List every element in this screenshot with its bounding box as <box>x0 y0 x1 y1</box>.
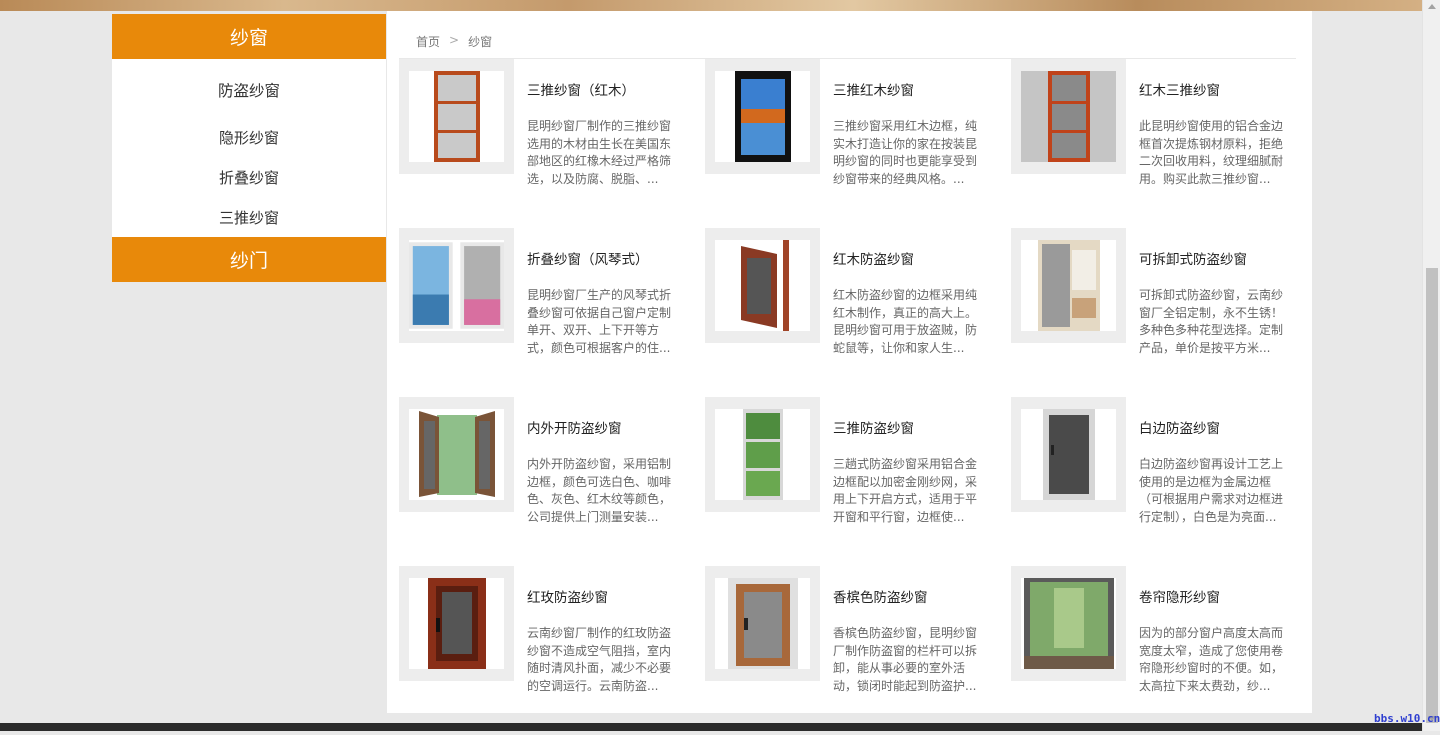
product-card[interactable]: 白边防盗纱窗 白边防盗纱窗再设计工艺上使用的是边框为金属边框（可根据用户需求对边… <box>1011 397 1317 566</box>
product-description: 红木防盗纱窗的边框采用纯红木制作，真正的高大上。昆明纱窗可用于放盗贼，防蛇鼠等，… <box>833 288 978 355</box>
sidebar-item-triple-slide[interactable]: 三推纱窗 <box>112 197 386 237</box>
product-card[interactable]: 香槟色防盗纱窗 香槟色防盗纱窗，昆明纱窗厂制作防盗窗的栏杆可以拆卸，能从事必要的… <box>705 566 1011 735</box>
product-description: 三趟式防盗纱窗采用铝合金边框配以加密金刚纱网，采用上下开启方式，适用于平开窗和平… <box>833 457 978 524</box>
sidebar-heading-screen-door[interactable]: 纱门 <box>112 237 386 282</box>
product-title[interactable]: 香槟色防盗纱窗 <box>833 586 928 606</box>
breadcrumb-current[interactable]: 纱窗 <box>468 33 492 50</box>
product-title[interactable]: 卷帘隐形纱窗 <box>1139 586 1220 606</box>
product-description: 云南纱窗厂制作的红玫防盗纱窗不造成空气阻挡，室内随时清风扑面，减少不必要的空调运… <box>527 626 672 693</box>
vertical-scrollbar[interactable] <box>1422 0 1440 731</box>
product-description: 此昆明纱窗使用的铝合金边框首次提炼钢材原料，拒绝二次回收用料，纹理细腻耐用。购买… <box>1139 119 1284 186</box>
scroll-up-arrow-icon[interactable] <box>1428 4 1436 9</box>
breadcrumb-home-link[interactable]: 首页 <box>416 33 440 50</box>
product-thumbnail[interactable] <box>399 59 514 174</box>
product-description: 香槟色防盗纱窗，昆明纱窗厂制作防盗窗的栏杆可以拆卸，能从事必要的室外活动，锁闭时… <box>833 626 978 693</box>
footer-bar <box>0 723 1422 731</box>
product-card[interactable]: 可拆卸式防盗纱窗 可拆卸式防盗纱窗，云南纱窗厂全铝定制，永不生锈！多种色多种花型… <box>1011 228 1317 397</box>
product-thumbnail[interactable] <box>705 397 820 512</box>
product-title[interactable]: 白边防盗纱窗 <box>1139 417 1220 437</box>
product-card[interactable]: 卷帘隐形纱窗 因为的部分窗户高度太高而宽度太窄，造成了您使用卷帘隐形纱窗时的不便… <box>1011 566 1317 735</box>
sidebar-item-anti-theft[interactable]: 防盗纱窗 <box>112 59 386 117</box>
product-thumbnail[interactable] <box>705 228 820 343</box>
product-thumbnail[interactable] <box>705 566 820 681</box>
product-card[interactable]: 三推红木纱窗 三推纱窗采用红木边框，纯实木打造让你的家在按装昆明纱窗的同时也更能… <box>705 59 1011 228</box>
sidebar-item-invisible[interactable]: 隐形纱窗 <box>112 117 386 157</box>
product-title[interactable]: 可拆卸式防盗纱窗 <box>1139 248 1247 268</box>
product-thumbnail[interactable] <box>1011 59 1126 174</box>
category-sidebar: 纱窗 防盗纱窗 隐形纱窗 折叠纱窗 三推纱窗 纱门 <box>112 14 386 282</box>
product-card[interactable]: 三推纱窗（红木） 昆明纱窗厂制作的三推纱窗选用的木材由生长在美国东部地区的红橡木… <box>399 59 705 228</box>
product-description: 白边防盗纱窗再设计工艺上使用的是边框为金属边框（可根据用户需求对边框进行定制），… <box>1139 457 1284 524</box>
product-title[interactable]: 红木防盗纱窗 <box>833 248 914 268</box>
product-description: 三推纱窗采用红木边框，纯实木打造让你的家在按装昆明纱窗的同时也更能享受到纱窗带来… <box>833 119 978 186</box>
sidebar-item-folding[interactable]: 折叠纱窗 <box>112 157 386 197</box>
product-description: 昆明纱窗厂生产的风琴式折叠纱窗可依据自己窗户定制单开、双开、上下开等方式，颜色可… <box>527 288 672 355</box>
product-thumbnail[interactable] <box>399 397 514 512</box>
product-description: 昆明纱窗厂制作的三推纱窗选用的木材由生长在美国东部地区的红橡木经过严格筛选，以及… <box>527 119 672 186</box>
product-description: 内外开防盗纱窗，采用铝制边框，颜色可选白色、咖啡色、灰色、红木纹等颜色，公司提供… <box>527 457 672 524</box>
top-banner-image <box>0 0 1422 11</box>
product-title[interactable]: 三推红木纱窗 <box>833 79 914 99</box>
product-title[interactable]: 红玫防盗纱窗 <box>527 586 608 606</box>
product-description: 因为的部分窗户高度太高而宽度太窄，造成了您使用卷帘隐形纱窗时的不便。如，太高拉下… <box>1139 626 1284 693</box>
product-thumbnail[interactable] <box>1011 228 1126 343</box>
product-thumbnail[interactable] <box>399 228 514 343</box>
sidebar-heading-screen-window[interactable]: 纱窗 <box>112 14 386 59</box>
product-thumbnail[interactable] <box>1011 566 1126 681</box>
product-card[interactable]: 红玫防盗纱窗 云南纱窗厂制作的红玫防盗纱窗不造成空气阻挡，室内随时清风扑面，减少… <box>399 566 705 735</box>
product-grid: 三推纱窗（红木） 昆明纱窗厂制作的三推纱窗选用的木材由生长在美国东部地区的红橡木… <box>399 59 1317 735</box>
product-description: 可拆卸式防盗纱窗，云南纱窗厂全铝定制，永不生锈！多种色多种花型选择。定制产品，单… <box>1139 288 1284 355</box>
product-title[interactable]: 折叠纱窗（风琴式） <box>527 248 649 268</box>
product-card[interactable]: 折叠纱窗（风琴式） 昆明纱窗厂生产的风琴式折叠纱窗可依据自己窗户定制单开、双开、… <box>399 228 705 397</box>
breadcrumb: 首页 > 纱窗 <box>416 33 492 50</box>
product-title[interactable]: 红木三推纱窗 <box>1139 79 1220 99</box>
product-title[interactable]: 内外开防盗纱窗 <box>527 417 622 437</box>
product-card[interactable]: 内外开防盗纱窗 内外开防盗纱窗，采用铝制边框，颜色可选白色、咖啡色、灰色、红木纹… <box>399 397 705 566</box>
product-thumbnail[interactable] <box>705 59 820 174</box>
sidebar-list: 防盗纱窗 隐形纱窗 折叠纱窗 三推纱窗 <box>112 59 386 237</box>
product-thumbnail[interactable] <box>1011 397 1126 512</box>
product-card[interactable]: 红木防盗纱窗 红木防盗纱窗的边框采用纯红木制作，真正的高大上。昆明纱窗可用于放盗… <box>705 228 1011 397</box>
product-title[interactable]: 三推防盗纱窗 <box>833 417 914 437</box>
breadcrumb-separator: > <box>449 33 460 47</box>
product-card[interactable]: 三推防盗纱窗 三趟式防盗纱窗采用铝合金边框配以加密金刚纱网，采用上下开启方式，适… <box>705 397 1011 566</box>
scrollbar-thumb[interactable] <box>1426 268 1438 723</box>
product-list-panel: 首页 > 纱窗 三推纱窗（红木） 昆明纱窗厂制作的三推纱窗选用的木材由生长在美国… <box>387 11 1312 713</box>
product-title[interactable]: 三推纱窗（红木） <box>527 79 635 99</box>
watermark: bbs.w10.cn <box>1374 712 1440 725</box>
product-thumbnail[interactable] <box>399 566 514 681</box>
product-card[interactable]: 红木三推纱窗 此昆明纱窗使用的铝合金边框首次提炼钢材原料，拒绝二次回收用料，纹理… <box>1011 59 1317 228</box>
